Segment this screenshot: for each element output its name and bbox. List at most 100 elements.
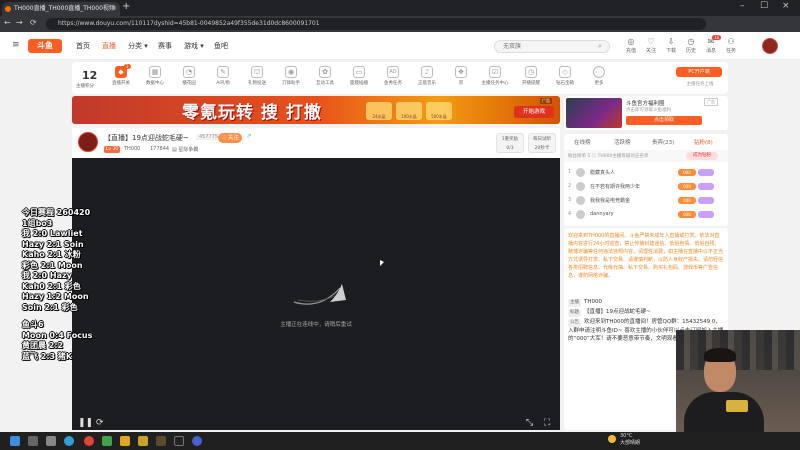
screen-icon: ▭ — [353, 66, 365, 78]
overlay-line: Hazy 1:2 Moon — [22, 292, 89, 301]
sidebar-ad[interactable]: 斗鱼官方福利圈 点击即可领取斗鱼福利 点击领取 广告 — [564, 96, 728, 130]
tab-online-rank[interactable]: 在线榜 — [574, 138, 591, 146]
rank-medal-icon — [698, 183, 714, 190]
search-taskbar-icon[interactable] — [28, 436, 38, 446]
header-follow[interactable]: ♡ 关注 — [640, 37, 662, 54]
pc-client-sub: 主播任务上线 — [686, 82, 714, 87]
folder-icon[interactable] — [120, 436, 130, 446]
edge-icon[interactable] — [64, 436, 74, 446]
feature-blade-helper[interactable]: ◉ 刀锋助手 — [276, 66, 306, 86]
nav-fishbar[interactable]: 鱼吧 — [214, 41, 228, 51]
menu-icon[interactable]: ≡ — [12, 40, 20, 50]
become-diamond-fan-button[interactable]: 成为钻粉 — [686, 152, 718, 160]
tab-active-rank[interactable]: 活跃榜 — [614, 138, 631, 146]
header-download[interactable]: ⇩ 下载 — [660, 37, 682, 54]
nav-games[interactable]: 游戏 ▾ — [184, 41, 204, 51]
maximize-button[interactable]: ☐ — [760, 1, 768, 11]
tab-close-icon[interactable]: × — [112, 2, 117, 16]
header-history[interactable]: ◷ 历史 — [680, 37, 702, 54]
fullscreen-button[interactable]: ⛶ — [544, 418, 550, 428]
minimize-button[interactable]: – — [740, 1, 745, 11]
search-icon[interactable]: ⌕ — [598, 42, 602, 51]
share-icon[interactable]: ⇗ — [246, 132, 252, 140]
ad-icon: AD — [387, 66, 399, 78]
feature-task-center[interactable]: ☑ 主播任务中心 — [480, 66, 510, 86]
feature-data-center[interactable]: ▦ 数据中心 — [140, 66, 170, 86]
app-icon[interactable] — [192, 436, 202, 446]
forward-button[interactable]: → — [16, 18, 23, 27]
feature-live-switch[interactable]: ◆ 直播开关 — [106, 66, 136, 86]
feature-ad-task[interactable]: AD 鱼秀任务 — [378, 66, 408, 86]
reload-button[interactable]: ⟳ — [30, 18, 37, 27]
start-icon[interactable] — [10, 436, 20, 446]
new-tab-button[interactable]: + — [122, 1, 130, 12]
task-icon: ⚇ — [727, 37, 735, 46]
rank-row[interactable]: 1 腊藏真头人 000 — [568, 166, 724, 180]
feature-interactive-tools[interactable]: ✿ 互动工具 — [310, 66, 340, 86]
feature-reminder[interactable]: ◷ 开播提醒 — [516, 66, 546, 86]
back-button[interactable]: ← — [4, 18, 11, 27]
anchor-level-label[interactable]: 主播积分 — [76, 83, 94, 89]
nav-events[interactable]: 赛事 — [158, 41, 172, 51]
tab-vip[interactable]: 贵宾(23) — [652, 138, 674, 146]
feature-music[interactable]: ♪ 正能音乐 — [412, 66, 442, 86]
nav-live[interactable]: 直播 — [102, 41, 116, 51]
streamer-avatar[interactable] — [78, 132, 98, 152]
search-input[interactable] — [494, 40, 610, 53]
weather-icon[interactable] — [608, 435, 616, 443]
game-ad-banner[interactable]: 零氪玩转 搜 打撤 24水晶 100水晶 500水晶 广告 开始游戏 — [72, 96, 560, 124]
feature-ai-gift[interactable]: ✎ AI礼物 — [208, 66, 238, 86]
feature-insert[interactable]: ▭ 面膜插播 — [344, 66, 374, 86]
header-tasks[interactable]: ⚇ 任务 — [720, 37, 742, 54]
sidebar-ad-title: 斗鱼官方福利圈 — [626, 101, 665, 107]
diamond-icon: ◇ — [559, 66, 571, 78]
address-bar-row: ← → ⟳ https://www.douyu.com/110117dyshid… — [0, 16, 800, 32]
banner-play-button[interactable]: 开始游戏 — [514, 106, 554, 118]
webcam-body — [684, 392, 764, 432]
url-field[interactable]: https://www.douyu.com/110117dyshid=45b81… — [46, 18, 706, 30]
rank-row[interactable]: 3 我我我是电竞霸金 000 — [568, 194, 724, 208]
feature-more[interactable]: ⋯ 更多 — [584, 66, 614, 86]
rank-row[interactable]: 4 dannyary 000 — [568, 208, 724, 222]
header-follow-label: 关注 — [645, 48, 656, 54]
chat-text: 【直播】19点迎战蛇毛硬~ — [584, 309, 651, 315]
rank-name: 在不若有期许我两少年 — [590, 184, 641, 190]
app-icon[interactable] — [156, 436, 166, 446]
gift-box-icon: ⛫ — [251, 66, 263, 78]
pause-button[interactable]: ❚❚ — [78, 418, 93, 428]
feature-garden[interactable]: ◔ 播花园 — [174, 66, 204, 86]
task-view-icon[interactable] — [46, 436, 56, 446]
chat-line: 主播 TH000 — [568, 298, 724, 307]
stream-category[interactable]: ▤ 星际争霸 — [172, 146, 198, 153]
chrome-icon[interactable] — [84, 436, 94, 446]
daily-trial-button[interactable]: 每日试听 20秒卡 — [528, 133, 556, 153]
video-player[interactable]: 主播正在连线中，请稍后重试 ❚❚ ⟳ ⤡ ⛶ — [72, 158, 560, 430]
header-recharge-label: 充值 — [625, 48, 636, 54]
tab-diamond-fans[interactable]: 钻粉(8) — [694, 138, 713, 146]
browser-tab[interactable]: TH000直播_TH000直播_TH000视频 × — [2, 2, 120, 16]
app-icon[interactable] — [102, 436, 112, 446]
sidebar-ad-button[interactable]: 点击领取 — [626, 116, 702, 125]
weather-text[interactable]: 30°C 大部晴朗 — [620, 433, 640, 447]
nav-home[interactable]: 首页 — [76, 41, 90, 51]
temperature: 30°C — [620, 433, 633, 439]
reward-task-button[interactable]: 1重奖励 0/3 — [496, 133, 524, 153]
overlay-line: 1组bo3 — [22, 218, 53, 228]
feature-gift-delivery[interactable]: ⛫ 礼物投送 — [242, 66, 272, 86]
close-window-button[interactable]: × — [782, 1, 790, 11]
feature-diamond-box[interactable]: ◇ 钻石宝箱 — [550, 66, 580, 86]
app-icon[interactable] — [138, 436, 148, 446]
refresh-button[interactable]: ⟳ — [96, 418, 104, 428]
nav-category[interactable]: 分类 ▾ — [128, 41, 148, 51]
follow-button[interactable]: ♡ 关注 — [218, 133, 242, 143]
app-icon[interactable] — [174, 436, 184, 446]
overlay-line: 我 2:0 Hazy — [22, 271, 72, 280]
web-fullscreen-button[interactable]: ⤡ — [526, 418, 533, 428]
douyu-logo[interactable]: 斗鱼 — [28, 39, 62, 53]
streamer-name[interactable]: TH000 — [124, 146, 140, 152]
user-avatar[interactable] — [762, 38, 778, 54]
rank-row[interactable]: 2 在不若有期许我两少年 000 — [568, 180, 724, 194]
feature-reward[interactable]: ❖ 赏 — [446, 66, 476, 86]
header-recharge[interactable]: ◎ 充值 — [620, 37, 642, 54]
pc-client-button[interactable]: PC开户端 — [676, 67, 722, 77]
